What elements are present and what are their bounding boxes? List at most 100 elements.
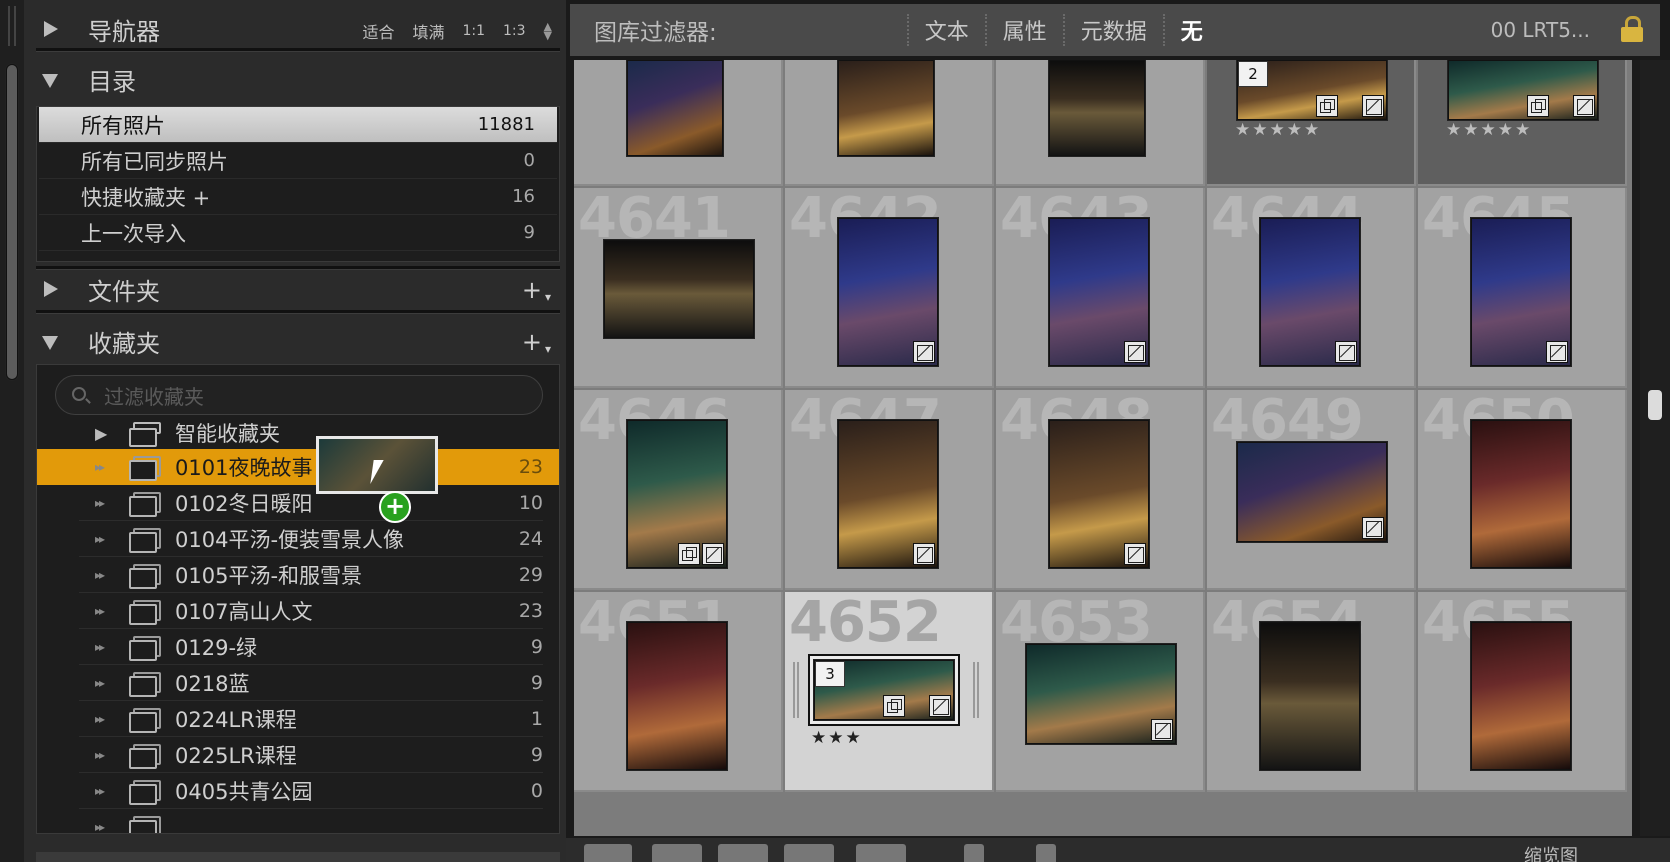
expand-dots-icon[interactable]: ▸▸ xyxy=(95,820,109,833)
stack-count-badge[interactable]: 3 xyxy=(815,661,845,687)
lock-icon[interactable] xyxy=(1620,16,1644,42)
painter-tool-icon[interactable] xyxy=(964,844,984,862)
edit-badge-icon[interactable] xyxy=(1546,341,1568,363)
photo-thumbnail[interactable] xyxy=(1448,60,1598,120)
left-panel-scrollbar[interactable] xyxy=(0,0,24,862)
collection-item[interactable]: ▸▸ 0405共青公园 0 xyxy=(37,773,559,809)
zoom-fit[interactable]: 适合 xyxy=(362,19,394,43)
edit-badge-icon[interactable] xyxy=(1151,719,1173,741)
grid-cell[interactable]: 4642 xyxy=(785,186,994,388)
filter-attribute[interactable]: 属性 xyxy=(984,14,1063,46)
zoom-fill[interactable]: 填满 xyxy=(412,19,444,43)
grid-cell[interactable] xyxy=(574,60,783,186)
grid-scroll-thumb[interactable] xyxy=(1648,390,1662,420)
add-collection-icon[interactable]: + ▾ xyxy=(522,328,551,356)
collection-badge-icon[interactable] xyxy=(678,543,700,565)
edit-badge-icon[interactable] xyxy=(1124,543,1146,565)
photo-thumbnail[interactable] xyxy=(627,60,723,156)
zoom-1-1[interactable]: 1:1 xyxy=(462,23,485,39)
rating-stars[interactable]: ★★★ xyxy=(811,728,863,748)
filter-text[interactable]: 文本 xyxy=(906,14,985,46)
photo-thumbnail[interactable] xyxy=(1026,644,1176,744)
grid-cell-selected[interactable]: 4652 3 ★★★ xyxy=(785,590,994,792)
expand-dots-icon[interactable]: ▸▸ xyxy=(95,784,109,798)
catalog-item-quick-collection[interactable]: 快捷收藏夹 + 16 xyxy=(39,179,557,215)
photo-thumbnail[interactable] xyxy=(1049,420,1149,568)
expand-dots-icon[interactable]: ▸▸ xyxy=(95,532,109,546)
catalog-item-synced[interactable]: 所有已同步照片 0 xyxy=(39,143,557,179)
expand-dots-icon[interactable]: ▸▸ xyxy=(95,460,109,474)
scroll-thumb[interactable] xyxy=(6,64,18,380)
collection-item[interactable]: ▸▸ 0129-绿 9 xyxy=(37,629,559,665)
compare-view-button[interactable] xyxy=(718,844,768,862)
add-folder-icon[interactable]: + ▾ xyxy=(522,276,551,304)
grid-cell[interactable]: 4643 xyxy=(996,186,1205,388)
grid-cell[interactable]: 4654 xyxy=(1207,590,1416,792)
expand-arrow-icon[interactable]: ▶ xyxy=(95,424,109,443)
filter-preset-select[interactable]: 00 LRT5... xyxy=(1491,18,1590,42)
collection-filter-input[interactable]: 过滤收藏夹 xyxy=(55,375,543,415)
expand-dots-icon[interactable]: ▸▸ xyxy=(95,748,109,762)
photo-thumbnail[interactable] xyxy=(1471,622,1571,770)
photo-thumbnail[interactable]: 3 xyxy=(814,660,954,720)
edit-badge-icon[interactable] xyxy=(1573,95,1595,117)
grid-cell[interactable]: 4646 xyxy=(574,388,783,590)
stack-count-badge[interactable]: 2 xyxy=(1238,61,1268,87)
photo-thumbnail[interactable] xyxy=(838,218,938,366)
photo-thumbnail[interactable] xyxy=(1471,218,1571,366)
stack-grip-right[interactable] xyxy=(973,662,979,718)
collection-item[interactable]: ▸▸ 0107高山人文 23 xyxy=(37,593,559,629)
photo-thumbnail[interactable] xyxy=(604,240,754,338)
collection-item[interactable]: ▸▸ 0225LR课程 9 xyxy=(37,737,559,773)
grid-scrollbar[interactable] xyxy=(1640,60,1670,836)
edit-badge-icon[interactable] xyxy=(1362,95,1384,117)
selected-stack-frame[interactable]: 3 xyxy=(808,654,960,726)
collection-item[interactable]: ▸▸ 0101夜晚故事 23 xyxy=(37,449,559,485)
rating-stars[interactable]: ★★★★★ xyxy=(1446,120,1532,140)
navigator-header[interactable]: 导航器 适合 填满 1:1 1:3 ▲ ▼ xyxy=(28,4,564,54)
expand-triangle-icon[interactable] xyxy=(42,332,60,350)
grid-cell[interactable] xyxy=(785,60,994,186)
photo-thumbnail[interactable] xyxy=(838,60,934,156)
expand-dots-icon[interactable]: ▸▸ xyxy=(95,496,109,510)
catalog-header[interactable]: 目录 xyxy=(28,54,564,104)
survey-view-button[interactable] xyxy=(784,844,834,862)
grid-cell[interactable]: 4644 xyxy=(1207,186,1416,388)
catalog-item-previous-import[interactable]: 上一次导入 9 xyxy=(39,215,557,251)
grid-cell[interactable]: 4641 xyxy=(574,186,783,388)
edit-badge-icon[interactable] xyxy=(913,543,935,565)
collapse-triangle-icon[interactable] xyxy=(42,280,60,298)
edit-badge-icon[interactable] xyxy=(1335,341,1357,363)
collection-item[interactable]: ▸▸ 0104平汤-便装雪景人像 24 xyxy=(37,521,559,557)
zoom-1-3[interactable]: 1:3 xyxy=(503,23,526,39)
grid-cell[interactable]: 4653 xyxy=(996,590,1205,792)
photo-thumbnail[interactable] xyxy=(1237,442,1387,542)
expand-dots-icon[interactable]: ▸▸ xyxy=(95,676,109,690)
edit-badge-icon[interactable] xyxy=(1362,517,1384,539)
grid-cell[interactable]: 4649 xyxy=(1207,388,1416,590)
grid-cell[interactable]: ★★★★★ xyxy=(1418,60,1627,186)
stack-grip-left[interactable] xyxy=(793,662,799,718)
photo-thumbnail[interactable] xyxy=(1260,218,1360,366)
grid-cell[interactable]: 4647 xyxy=(785,388,994,590)
grid-cell[interactable]: 4645 xyxy=(1418,186,1627,388)
edit-badge-icon[interactable] xyxy=(913,341,935,363)
collection-item[interactable]: ▸▸ 0224LR课程 1 xyxy=(37,701,559,737)
photo-thumbnail[interactable] xyxy=(838,420,938,568)
photo-thumbnail[interactable] xyxy=(1049,218,1149,366)
filter-none[interactable]: 无 xyxy=(1162,14,1219,46)
photo-thumbnail[interactable] xyxy=(627,622,727,770)
collections-header[interactable]: 收藏夹 + ▾ xyxy=(28,316,564,366)
loupe-view-button[interactable] xyxy=(652,844,702,862)
edit-badge-icon[interactable] xyxy=(702,543,724,565)
collapse-triangle-icon[interactable] xyxy=(42,20,60,38)
photo-thumbnail[interactable] xyxy=(627,420,727,568)
grid-cell[interactable]: 4651 xyxy=(574,590,783,792)
grid-cell[interactable]: 4650 xyxy=(1418,388,1627,590)
photo-thumbnail[interactable] xyxy=(1260,622,1360,770)
expand-dots-icon[interactable]: ▸▸ xyxy=(95,604,109,618)
grid-cell[interactable] xyxy=(996,60,1205,186)
expand-dots-icon[interactable]: ▸▸ xyxy=(95,640,109,654)
filter-metadata[interactable]: 元数据 xyxy=(1062,14,1163,46)
grid-cell[interactable]: 4655 xyxy=(1418,590,1627,792)
